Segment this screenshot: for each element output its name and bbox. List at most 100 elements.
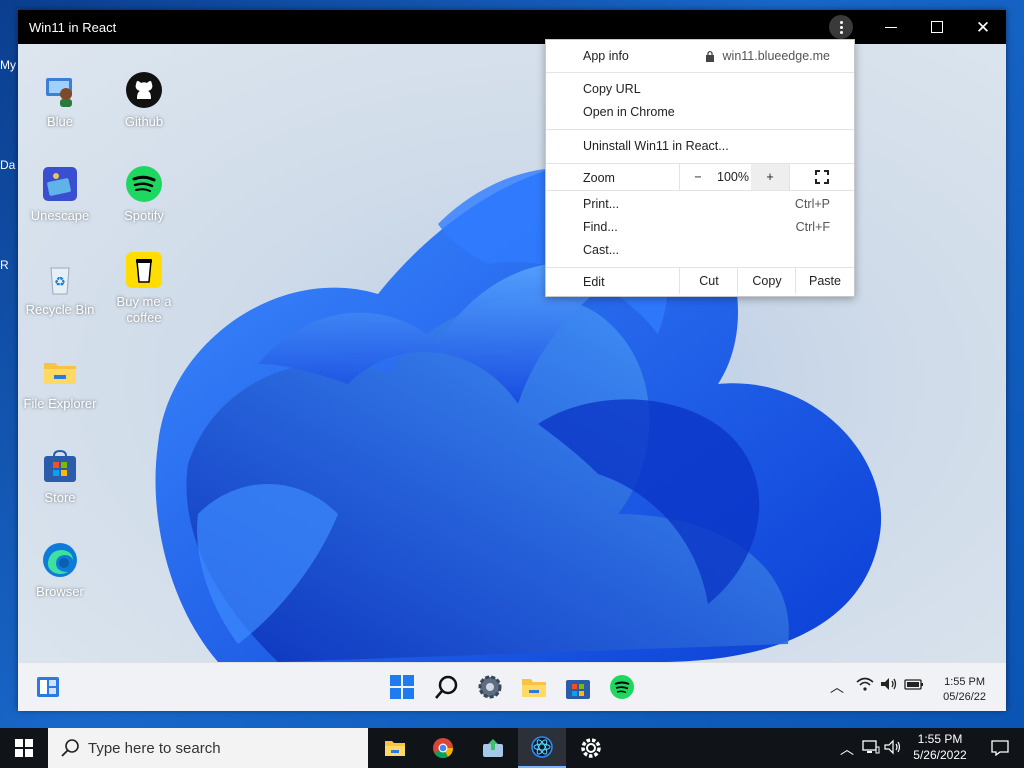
desktop-icon-label: File Explorer xyxy=(23,396,97,411)
desktop-icon-buy-me-a-coffee[interactable]: Buy me a coffee xyxy=(102,252,186,326)
taskbar-time: 1:55 PM xyxy=(917,732,963,746)
start-button[interactable] xyxy=(0,728,48,768)
zoom-value: 100% xyxy=(717,170,749,184)
coffee-cup-icon xyxy=(126,252,162,288)
maximize-button[interactable] xyxy=(914,10,960,44)
desktop-icon-label: Recycle Bin xyxy=(25,302,95,317)
outer-desktop-label: Da xyxy=(0,158,16,172)
chrome-icon xyxy=(433,738,454,759)
search-placeholder: Type here to search xyxy=(88,740,221,757)
minimize-button[interactable] xyxy=(868,10,914,44)
menu-separator xyxy=(546,190,854,191)
paste-button[interactable]: Paste xyxy=(795,268,854,294)
find-label: Find... xyxy=(583,220,618,234)
desktop-icon-blue[interactable]: Blue xyxy=(18,72,102,130)
spotify-icon xyxy=(610,675,634,699)
menu-item-uninstall[interactable]: Uninstall Win11 in React... xyxy=(546,135,854,157)
close-button[interactable]: ✕ xyxy=(960,10,1006,44)
zoom-in-button[interactable]: + xyxy=(751,164,789,190)
desktop-icon-spotify[interactable]: Spotify xyxy=(102,166,186,224)
cut-button[interactable]: Cut xyxy=(679,268,738,294)
paste-label: Paste xyxy=(809,274,841,288)
spotify-icon xyxy=(126,166,162,202)
menu-item-find[interactable]: Find... Ctrl+F xyxy=(546,216,854,238)
fullscreen-icon xyxy=(815,170,829,184)
win11-search-button[interactable] xyxy=(432,673,460,701)
chevron-up-icon[interactable]: ︿ xyxy=(830,677,844,697)
zoom-level: 100% xyxy=(715,164,751,190)
menu-item-app-info[interactable]: App info win11.blueedge.me xyxy=(546,45,854,67)
wifi-icon[interactable] xyxy=(856,677,874,694)
taskbar-date: 5/26/2022 xyxy=(913,748,967,762)
desktop-icon-file-explorer[interactable]: File Explorer xyxy=(18,354,102,412)
taskbar-search-box[interactable]: Type here to search xyxy=(48,728,368,768)
taskbar-file-explorer[interactable] xyxy=(371,728,419,768)
cast-label: Cast... xyxy=(583,243,620,257)
open-in-chrome-label: Open in Chrome xyxy=(583,105,675,119)
github-icon xyxy=(126,72,162,108)
desktop-icon-github[interactable]: Github xyxy=(102,72,186,130)
menu-item-open-in-chrome[interactable]: Open in Chrome xyxy=(546,101,854,123)
notification-icon xyxy=(991,740,1009,756)
win11-clock[interactable]: 1:55 PM 05/26/22 xyxy=(943,675,986,705)
settings-icon xyxy=(478,675,502,699)
win11-start-button[interactable] xyxy=(388,673,416,701)
battery-icon[interactable] xyxy=(904,677,924,694)
desktop-icon-store[interactable]: Store xyxy=(18,448,102,506)
menu-item-cast[interactable]: Cast... xyxy=(546,239,854,261)
lock-icon xyxy=(705,50,714,62)
taskbar-settings[interactable] xyxy=(567,728,615,768)
action-center-button[interactable] xyxy=(976,728,1024,768)
taskbar-win11-react[interactable] xyxy=(518,728,566,768)
win11-file-explorer-button[interactable] xyxy=(520,673,548,701)
network-icon[interactable] xyxy=(862,739,880,758)
cut-label: Cut xyxy=(699,274,719,288)
zoom-label: Zoom xyxy=(583,171,615,185)
desktop-icon-recycle-bin[interactable]: ♻ Recycle Bin xyxy=(18,260,102,318)
svg-text:♻: ♻ xyxy=(54,274,66,289)
search-icon xyxy=(61,739,79,757)
fullscreen-button[interactable] xyxy=(789,164,854,190)
store-icon xyxy=(566,680,590,699)
win11-store-button[interactable] xyxy=(564,673,592,701)
menu-item-print[interactable]: Print... Ctrl+P xyxy=(546,193,854,215)
chevron-up-icon[interactable]: ︿ xyxy=(840,739,854,759)
maximize-icon xyxy=(931,21,943,33)
site-info: win11.blueedge.me xyxy=(705,49,830,63)
win11-date: 05/26/22 xyxy=(943,691,986,703)
app-window: Win11 in React ✕ Blue Github Unescape Sp… xyxy=(18,10,1006,711)
file-explorer-icon xyxy=(385,741,405,756)
print-shortcut: Ctrl+P xyxy=(794,197,830,211)
menu-item-copy-url[interactable]: Copy URL xyxy=(546,78,854,100)
taskbar-clock[interactable]: 1:55 PM 5/26/2022 xyxy=(904,731,976,763)
edge-icon xyxy=(42,542,78,578)
minimize-icon xyxy=(885,26,897,28)
uninstall-label: Uninstall Win11 in React... xyxy=(583,139,729,153)
desktop-icon-label: Spotify xyxy=(124,208,164,223)
app-context-menu: App info win11.blueedge.me Copy URL Open… xyxy=(545,39,855,297)
desktop-icon-browser[interactable]: Browser xyxy=(18,542,102,600)
widgets-button[interactable] xyxy=(34,673,62,701)
window-title: Win11 in React xyxy=(29,20,117,35)
win11-time: 1:55 PM xyxy=(944,676,986,688)
win11-spotify-button[interactable] xyxy=(608,673,636,701)
windows-logo-icon xyxy=(15,739,33,757)
win11-desktop[interactable]: Blue Github Unescape Spotify ♻ Recycle B… xyxy=(18,44,1006,662)
copy-url-label: Copy URL xyxy=(583,82,641,96)
user-pc-icon xyxy=(42,72,78,108)
print-label: Print... xyxy=(583,197,620,211)
edit-label: Edit xyxy=(583,275,605,289)
win11-settings-button[interactable] xyxy=(476,673,504,701)
desktop-icon-label: Buy me a coffee xyxy=(116,294,172,325)
taskbar-app-installer[interactable] xyxy=(469,728,517,768)
volume-icon[interactable] xyxy=(880,677,898,694)
outer-taskbar: Type here to search ︿ 1:55 PM 5/26/2022 xyxy=(0,728,1024,768)
taskbar-chrome[interactable] xyxy=(419,728,467,768)
zoom-out-icon: − xyxy=(694,170,702,184)
volume-icon[interactable] xyxy=(884,739,902,758)
menu-separator xyxy=(546,129,854,130)
copy-button[interactable]: Copy xyxy=(737,268,796,294)
desktop-icon-unescape[interactable]: Unescape xyxy=(18,166,102,224)
title-bar[interactable]: Win11 in React ✕ xyxy=(18,10,1006,44)
zoom-out-button[interactable]: − xyxy=(679,164,716,190)
